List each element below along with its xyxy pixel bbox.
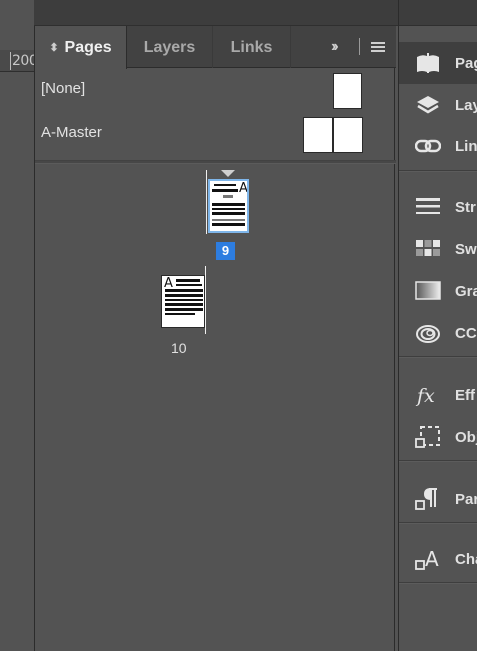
dock-item-layers-label: Lay [455,97,477,114]
text-line [212,219,245,221]
dock-item-object-styles[interactable]: Obj [399,416,477,458]
text-line [165,313,195,315]
master-none-thumbnail[interactable] [333,73,362,109]
gradient-icon [415,281,441,300]
master-none-label: [None] [41,80,86,97]
page-9-thumbnail[interactable]: A [208,179,249,233]
dock-item-links-label: Lin [455,138,477,155]
dock-item-character-styles[interactable]: A Cha [399,538,477,580]
tab-pages[interactable]: ⬍ Pages [35,26,127,69]
dock-item-paragraph-styles-label: Par [455,491,477,508]
master-a-left-thumbnail[interactable] [303,117,333,153]
object-styles-icon [415,426,440,448]
dock-item-pages-label: Pag [455,55,477,72]
dock-item-cc-libraries[interactable]: CC [399,312,477,354]
text-line [212,189,238,192]
dock-item-pages[interactable]: Pag [399,42,477,84]
dock-item-cc-libraries-label: CC [455,325,477,342]
dock-item-paragraph-styles[interactable]: Par [399,478,477,520]
master-none-row[interactable]: [None] [35,70,396,110]
dock-item-swatches[interactable]: Sw [399,228,477,270]
panel-dock: Pag Lay Lin Str Sw [398,26,477,651]
tab-pages-label: Pages [64,39,112,56]
dock-divider [399,460,477,462]
master-a-right-thumbnail[interactable] [333,117,363,153]
text-line [165,299,203,301]
text-line [214,184,236,186]
svg-text:A: A [425,547,439,571]
page-9-master-prefix: A [239,181,248,196]
horizontal-ruler[interactable]: 200 [0,50,38,72]
layers-icon [417,96,439,114]
master-a-label: A-Master [41,124,102,141]
current-page-indicator-icon [221,170,235,177]
cc-libraries-icon [416,325,440,343]
dock-item-stroke-label: Str [455,199,476,216]
text-line [165,294,203,297]
tab-layers[interactable]: Layers [127,26,213,68]
text-line [176,284,202,286]
dock-item-swatches-label: Sw [455,241,477,258]
svg-text:fx: fx [415,385,435,407]
page-10-thumbnail[interactable]: A [161,275,205,328]
collapse-toggle-icon[interactable]: ⬍ [49,26,58,70]
tab-layers-label: Layers [143,39,196,56]
text-line [176,279,200,282]
ruler-tick [10,52,11,70]
swatches-icon [416,240,440,256]
page-10-number[interactable]: 10 [171,340,187,356]
text-line [165,303,203,306]
text-line [212,223,245,226]
toolbar-divider [359,38,360,55]
links-icon [415,139,441,153]
text-line [223,195,233,198]
dock-item-layers[interactable]: Lay [399,84,477,126]
tab-links-label: Links [230,39,273,56]
text-line [212,212,245,215]
spread-spine [205,266,206,334]
section-splitter[interactable] [35,160,396,164]
effects-icon: fx [415,385,435,407]
pages-icon [417,53,439,73]
document-canvas[interactable] [0,0,34,651]
text-line [212,203,245,206]
dock-item-links[interactable]: Lin [399,125,477,167]
text-line [165,289,203,292]
application-bar [0,0,398,26]
stroke-icon [416,198,440,214]
page-9-number[interactable]: 9 [216,242,235,260]
expand-panels-icon[interactable]: ›› [331,38,338,56]
dock-divider [399,582,477,584]
dock-item-stroke[interactable]: Str [399,186,477,228]
dock-item-effects[interactable]: fx Eff [399,374,477,416]
dock-divider [399,356,477,358]
text-line [212,208,245,210]
tab-links[interactable]: Links [213,26,291,68]
spread-spine [206,170,207,234]
pages-panel: ⬍ Pages Layers Links ›› [None] A-Master A… [34,26,396,651]
dock-item-gradient[interactable]: Gra [399,270,477,312]
dock-item-object-styles-label: Obj [455,429,477,446]
panel-tab-bar: ⬍ Pages Layers Links ›› [35,26,396,69]
dock-divider [399,170,477,172]
master-a-row[interactable]: A-Master [35,114,396,154]
character-styles-icon: A [415,547,439,571]
dock-divider [399,522,477,524]
paragraph-styles-icon [415,488,437,510]
dock-header[interactable] [398,0,477,26]
dock-item-character-styles-label: Cha [455,551,477,568]
text-line [165,308,203,311]
panel-menu-icon[interactable] [371,42,385,52]
dock-item-gradient-label: Gra [455,283,477,300]
dock-item-effects-label: Eff [455,387,475,404]
